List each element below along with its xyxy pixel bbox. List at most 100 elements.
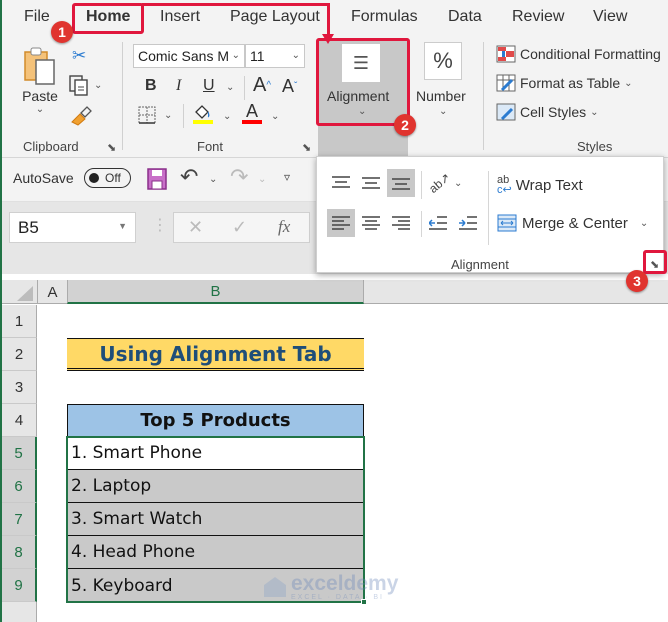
- separator: [488, 171, 489, 245]
- copy-button[interactable]: ⌄: [68, 74, 102, 96]
- window-edge: [0, 0, 2, 622]
- row-header-3[interactable]: 3: [2, 371, 37, 404]
- row-label: 3: [14, 378, 24, 396]
- row-header-6[interactable]: 6: [2, 470, 37, 503]
- save-button[interactable]: [147, 168, 167, 195]
- format-as-table-button[interactable]: Format as Table ⌄: [496, 74, 633, 92]
- exceldemy-logo-icon: [264, 576, 286, 597]
- merge-center-icon: [497, 214, 517, 232]
- font-color-button[interactable]: A: [242, 102, 262, 124]
- insert-function-icon[interactable]: fx: [278, 217, 290, 237]
- row-header-9[interactable]: 9: [2, 569, 37, 602]
- align-right-button[interactable]: [387, 209, 415, 237]
- tab-formulas[interactable]: Formulas: [351, 8, 418, 26]
- column-b-label: B: [210, 282, 221, 300]
- middle-align-icon: [362, 177, 380, 189]
- undo-icon[interactable]: ↶: [180, 164, 198, 190]
- wrap-text-button[interactable]: ab c↩ Wrap Text: [497, 174, 583, 196]
- grow-font-button[interactable]: A ^: [253, 74, 271, 97]
- tab-review[interactable]: Review: [512, 8, 564, 26]
- row-label: 6: [14, 477, 23, 495]
- name-box-value: B5: [18, 218, 39, 237]
- row-header-8[interactable]: 8: [2, 536, 37, 569]
- italic-button[interactable]: I: [176, 77, 181, 95]
- row-header-7[interactable]: 7: [2, 503, 37, 536]
- chevron-down-icon: ⌄: [164, 109, 173, 121]
- row-header-5[interactable]: 5: [2, 437, 37, 470]
- chevron-down-icon: ⌄: [35, 104, 45, 115]
- paste-button[interactable]: Paste ⌄: [22, 46, 58, 115]
- wrap-text-icon: ab c↩: [497, 174, 512, 196]
- save-icon: [147, 168, 167, 190]
- middle-align-button[interactable]: [357, 169, 385, 197]
- tab-view[interactable]: View: [593, 8, 627, 26]
- redo-icon[interactable]: ↷: [230, 164, 248, 190]
- tab-data[interactable]: Data: [448, 8, 482, 26]
- column-header-a[interactable]: A: [37, 280, 67, 304]
- cut-icon[interactable]: ✂: [72, 46, 86, 66]
- row-label: 1: [14, 312, 24, 330]
- tab-insert[interactable]: Insert: [160, 8, 200, 26]
- fill-color-button[interactable]: [193, 104, 213, 124]
- enter-icon[interactable]: ✓: [232, 217, 247, 238]
- chevron-down-icon[interactable]: ⌄: [271, 111, 279, 122]
- watermark-tagline: EXCEL · DATA · BI: [291, 594, 384, 601]
- formula-buttons: ✕ ✓ fx: [173, 212, 310, 243]
- chevron-down-icon[interactable]: ⌄: [209, 174, 217, 185]
- chevron-down-icon[interactable]: ⌄: [94, 80, 102, 91]
- autosave-toggle[interactable]: Off: [84, 168, 131, 188]
- percent-icon: %: [424, 42, 462, 80]
- column-header-b[interactable]: B: [67, 280, 364, 304]
- name-box[interactable]: B5 ▼: [9, 212, 136, 243]
- annotation-line: [327, 3, 330, 37]
- drag-handle-icon[interactable]: ⋮: [152, 215, 168, 235]
- tab-page-layout[interactable]: Page Layout: [230, 8, 320, 26]
- orientation-button[interactable]: ab↗ ⌄: [425, 169, 465, 197]
- cell-styles-icon: [496, 103, 516, 121]
- chevron-down-icon[interactable]: ⌄: [258, 174, 266, 185]
- cell-styles-button[interactable]: Cell Styles ⌄: [496, 103, 599, 121]
- styles-group-label: Styles: [577, 139, 613, 154]
- top-align-button[interactable]: [327, 169, 355, 197]
- chevron-down-icon: ⌄: [639, 217, 649, 229]
- highlight-alignment-button: [316, 38, 410, 126]
- chevron-down-icon[interactable]: ⌄: [226, 82, 234, 93]
- merge-center-button[interactable]: Merge & Center ⌄: [497, 214, 648, 232]
- shrink-font-button[interactable]: Aˇ: [282, 76, 297, 97]
- chevron-down-icon[interactable]: ⌄: [223, 111, 231, 122]
- font-color-icon: A: [245, 101, 258, 121]
- row-label: 8: [14, 543, 23, 561]
- bottom-align-button[interactable]: [387, 169, 415, 197]
- align-left-button[interactable]: [327, 209, 355, 237]
- separator: [183, 104, 184, 128]
- clipboard-group-label: Clipboard: [23, 139, 79, 154]
- customize-qat-icon[interactable]: ▿: [284, 170, 290, 184]
- row-header-2[interactable]: 2: [2, 338, 37, 371]
- cancel-icon[interactable]: ✕: [188, 217, 203, 238]
- conditional-formatting-button[interactable]: Conditional Formatting: [496, 45, 661, 63]
- font-name-dropdown[interactable]: Comic Sans M ⌄: [133, 44, 245, 68]
- title-cell[interactable]: Using Alignment Tab: [67, 338, 364, 371]
- row-header-1[interactable]: 1: [2, 305, 37, 338]
- separator: [483, 42, 484, 150]
- increase-indent-button[interactable]: [454, 209, 482, 237]
- bold-button[interactable]: B: [145, 77, 157, 95]
- decrease-indent-button[interactable]: [424, 209, 452, 237]
- select-all-icon[interactable]: [17, 286, 33, 301]
- align-center-button[interactable]: [357, 209, 385, 237]
- number-label: Number: [416, 88, 466, 104]
- underline-button[interactable]: U: [203, 77, 215, 95]
- clipboard-launcher-icon[interactable]: ⬊: [107, 141, 116, 154]
- chevron-down-icon: ⌄: [439, 106, 448, 117]
- font-launcher-icon[interactable]: ⬊: [302, 141, 311, 154]
- highlight-alignment-launcher: [643, 250, 667, 274]
- font-size-dropdown[interactable]: 11 ⌄: [245, 44, 305, 68]
- row-header-4[interactable]: 4: [2, 404, 37, 437]
- tab-file[interactable]: File: [24, 8, 50, 26]
- number-group-button[interactable]: % Number ⌄: [416, 42, 478, 132]
- row-header-10[interactable]: [2, 602, 37, 622]
- format-painter-button[interactable]: [70, 106, 92, 126]
- table-header-cell[interactable]: Top 5 Products: [67, 404, 364, 437]
- borders-button[interactable]: ⌄: [138, 106, 172, 124]
- row-label: 7: [14, 510, 23, 528]
